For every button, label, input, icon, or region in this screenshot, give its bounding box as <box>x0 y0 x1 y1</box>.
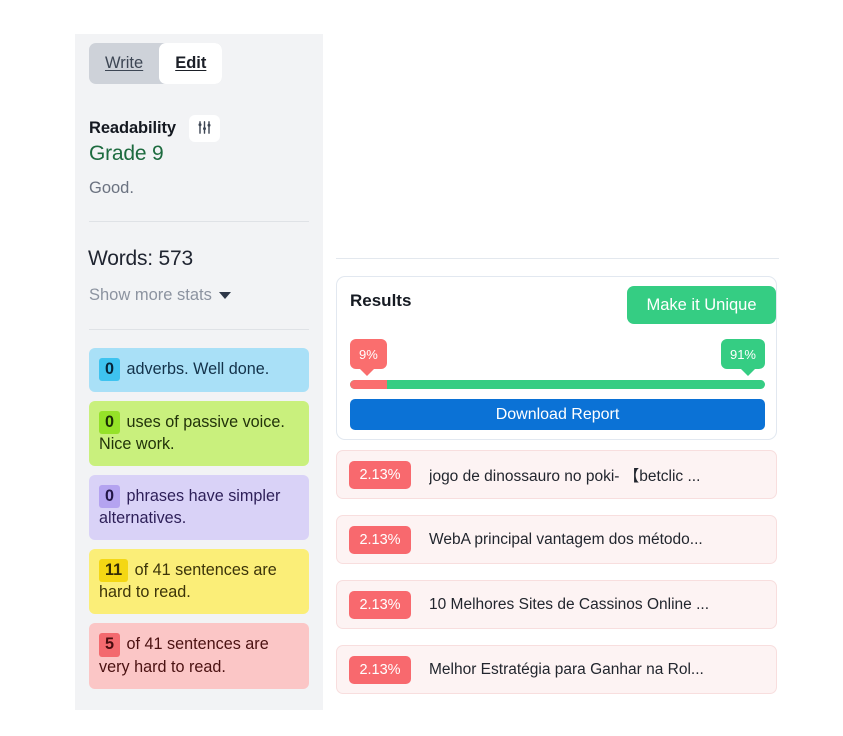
stat-card[interactable]: 0 uses of passive voice. Nice work. <box>89 401 309 467</box>
match-result-item[interactable]: 2.13% Melhor Estratégia para Ganhar na Ro… <box>336 645 777 694</box>
stat-count-badge: 0 <box>99 485 121 509</box>
stat-count-badge: 0 <box>99 411 121 435</box>
readability-note: Good. <box>89 179 134 197</box>
match-result-item[interactable]: 2.13% jogo de dinossauro no poki- 【betcli… <box>336 450 777 499</box>
tab-write[interactable]: Write <box>89 43 159 84</box>
stat-card[interactable]: 5 of 41 sentences are very hard to read. <box>89 623 309 689</box>
stat-count-badge: 5 <box>99 633 121 657</box>
match-title: jogo de dinossauro no poki- 【betclic ... <box>429 467 701 485</box>
plagiarized-percent-badge: 9% <box>350 339 387 376</box>
stat-text: of 41 sentences are very hard to read. <box>99 635 269 676</box>
chevron-down-icon <box>218 292 231 299</box>
meter-track <box>350 380 765 389</box>
unique-percent-badge: 91% <box>720 339 765 376</box>
match-title: Melhor Estratégia para Ganhar na Rol... <box>429 660 704 678</box>
sidebar-divider-top <box>89 221 309 222</box>
match-percent-badge: 2.13% <box>349 460 411 489</box>
match-title: 10 Melhores Sites de Cassinos Online ... <box>429 595 709 613</box>
readability-grade: Grade 9 <box>89 142 164 165</box>
match-title: WebA principal vantagem dos método... <box>429 530 703 548</box>
editor-sidebar: Write Edit Readability Grade 9 Good. Wor… <box>75 34 323 710</box>
results-panel: Results Make it Unique 9% 91% Download R… <box>336 0 781 736</box>
match-result-item[interactable]: 2.13% WebA principal vantagem dos método.… <box>336 515 777 564</box>
sliders-icon <box>197 120 212 138</box>
readability-header: Readability <box>89 115 220 142</box>
stat-text: phrases have simpler alternatives. <box>99 487 281 528</box>
stat-card[interactable]: 0 adverbs. Well done. <box>89 348 309 393</box>
show-more-stats-label: Show more stats <box>89 286 212 304</box>
panel-divider <box>336 258 779 259</box>
match-percent-badge: 2.13% <box>349 655 411 684</box>
stat-count-badge: 11 <box>99 559 129 583</box>
stat-card[interactable]: 0 phrases have simpler alternatives. <box>89 475 309 541</box>
sidebar-divider-bottom <box>89 329 309 330</box>
show-more-stats-toggle[interactable]: Show more stats <box>89 286 231 305</box>
sliders-icon-button[interactable] <box>188 115 220 142</box>
stat-text: uses of passive voice. Nice work. <box>99 413 285 454</box>
writing-stats-list: 0 adverbs. Well done. 0 uses of passive v… <box>89 348 309 698</box>
match-percent-badge: 2.13% <box>349 590 411 619</box>
match-percent-badge: 2.13% <box>349 525 411 554</box>
stat-text: adverbs. Well done. <box>126 360 270 378</box>
tab-edit[interactable]: Edit <box>159 43 223 84</box>
results-title: Results <box>350 291 412 310</box>
plagiarism-meter: 9% 91% <box>350 339 765 395</box>
stat-count-badge: 0 <box>99 358 121 382</box>
readability-title: Readability <box>89 119 176 137</box>
mode-tab-group: Write Edit <box>89 43 223 84</box>
match-result-item[interactable]: 2.13% 10 Melhores Sites de Cassinos Onlin… <box>336 580 777 629</box>
stat-card[interactable]: 11 of 41 sentences are hard to read. <box>89 549 309 615</box>
results-card: Results Make it Unique 9% 91% Download R… <box>336 276 777 440</box>
download-report-button[interactable]: Download Report <box>350 399 765 430</box>
word-count: Words: 573 <box>88 247 193 270</box>
meter-plagiarized-fill <box>350 380 388 389</box>
make-it-unique-button[interactable]: Make it Unique <box>627 286 776 324</box>
match-results-list: 2.13% jogo de dinossauro no poki- 【betcli… <box>336 450 777 710</box>
